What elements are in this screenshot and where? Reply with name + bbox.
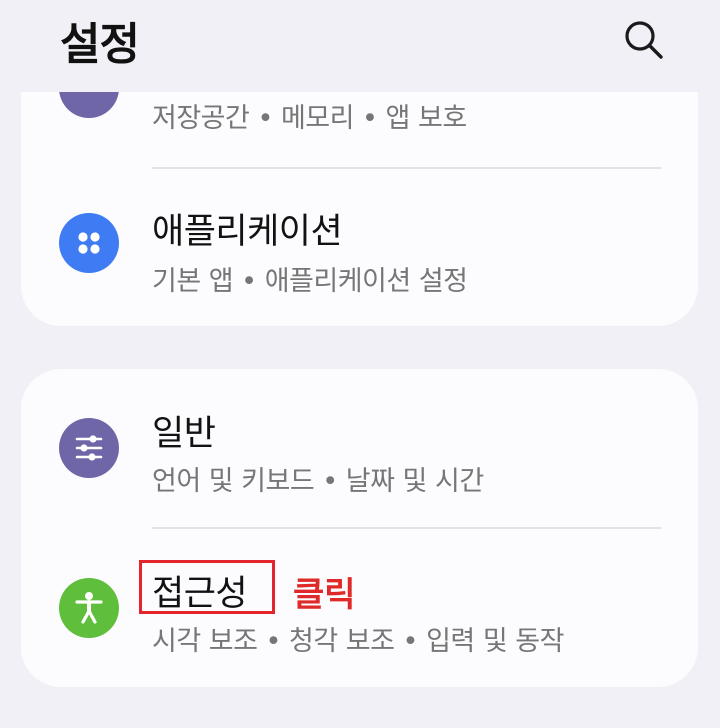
sliders-icon xyxy=(59,418,119,478)
apps-grid-icon xyxy=(59,213,119,273)
accessibility-subtitle: 시각 보조 • 청각 보조 • 입력 및 동작 xyxy=(152,626,564,657)
accessibility-person-icon xyxy=(59,578,119,638)
search-icon xyxy=(625,21,663,59)
apps-label: 애플리케이션 xyxy=(152,212,343,252)
general-subtitle: 언어 및 키보드 • 날짜 및 시간 xyxy=(152,466,484,497)
apps-subtitle: 기본 앱 • 애플리케이션 설정 xyxy=(152,266,468,297)
search-button[interactable] xyxy=(616,12,672,68)
general-label: 일반 xyxy=(152,414,216,454)
highlight-box xyxy=(139,560,275,614)
settings-item-apps[interactable]: 애플리케이션 기본 앱 • 애플리케이션 설정 xyxy=(21,169,698,326)
settings-group-card-2: 일반 언어 및 키보드 • 날짜 및 시간 접근성 시각 보조 • 청각 보조 … xyxy=(21,369,698,687)
page-title: 설정 xyxy=(60,19,140,70)
settings-item-accessibility[interactable]: 접근성 시각 보조 • 청각 보조 • 입력 및 동작 xyxy=(21,529,698,687)
click-annotation: 클릭 xyxy=(293,575,356,615)
app-header: 설정 xyxy=(0,0,720,92)
settings-item-general[interactable]: 일반 언어 및 키보드 • 날짜 및 시간 xyxy=(21,369,698,527)
device-care-subtitle: 저장공간 • 메모리 • 앱 보호 xyxy=(152,103,467,134)
